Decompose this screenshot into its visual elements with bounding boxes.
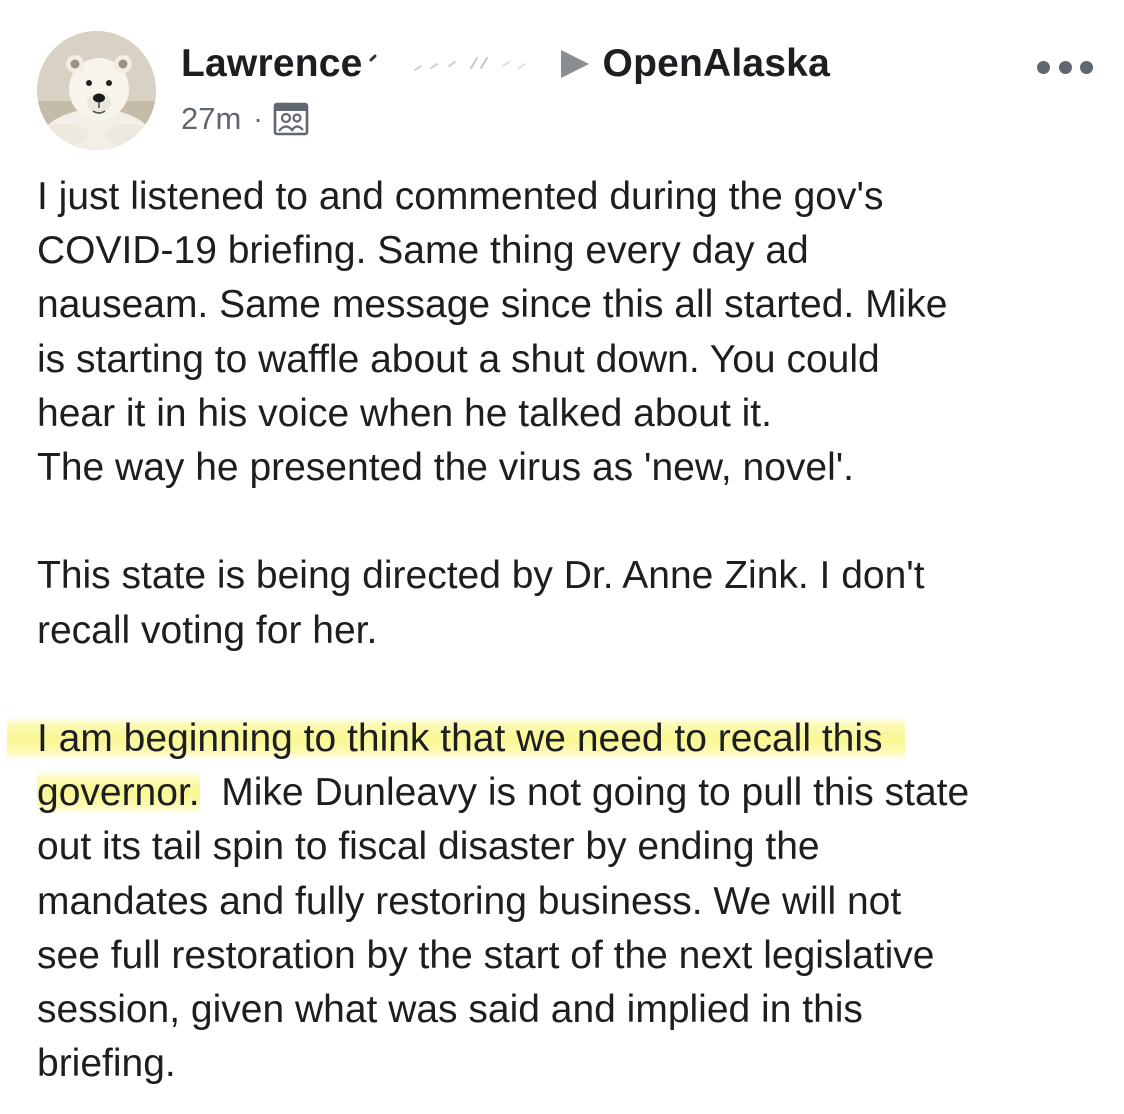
post-paragraph-1: I just listened to and commented during … xyxy=(37,170,1107,495)
facebook-post: Lawrence OpenAlaska 27m · I just listene… xyxy=(0,0,1124,1114)
body-line: COVID-19 briefing. Same thing every day … xyxy=(37,229,809,273)
highlighted-text: governor. xyxy=(37,771,200,815)
triangle-right-icon xyxy=(560,50,589,78)
post-paragraph-3: I am beginning to think that we need to … xyxy=(7,712,1107,1091)
more-options-button[interactable] xyxy=(1037,54,1093,80)
body-line: hear it in his voice when he talked abou… xyxy=(37,391,772,435)
redacted-surname xyxy=(369,46,551,82)
more-options-icon xyxy=(1037,60,1050,74)
post-body: I just listened to and commented during … xyxy=(7,170,1107,1091)
post-timestamp[interactable]: 27m xyxy=(181,101,241,137)
author-avatar[interactable] xyxy=(37,31,156,150)
post-meta: 27m · xyxy=(181,98,309,140)
author-name[interactable]: Lawrence xyxy=(181,42,363,86)
body-line: mandates and fully restoring business. W… xyxy=(37,879,902,923)
more-options-icon xyxy=(1058,60,1072,74)
group-name[interactable]: OpenAlaska xyxy=(603,42,830,86)
highlighted-text: I am beginning to think that we need to … xyxy=(7,717,905,760)
post-paragraph-2: This state is being directed by Dr. Anne… xyxy=(37,549,1107,657)
body-line: see full restoration by the start of the… xyxy=(37,933,935,977)
body-line: Mike Dunleavy is not going to pull this … xyxy=(199,771,970,815)
body-line: nauseam. Same message since this all sta… xyxy=(37,283,948,327)
body-line: This state is being directed by Dr. Anne… xyxy=(37,554,925,598)
body-line: recall voting for her. xyxy=(37,608,378,652)
body-line: The way he presented the virus as 'new, … xyxy=(37,446,855,490)
body-line: out its tail spin to fiscal disaster by … xyxy=(37,825,820,869)
group-members-icon[interactable] xyxy=(273,101,309,137)
post-header: Lawrence OpenAlaska xyxy=(181,40,830,88)
body-line: session, given what was said and implied… xyxy=(37,988,863,1032)
body-line: briefing. xyxy=(37,1042,176,1086)
body-line: I just listened to and commented during … xyxy=(37,175,884,218)
polar-bear-avatar-icon xyxy=(37,31,156,150)
meta-separator: · xyxy=(253,103,263,134)
more-options-icon xyxy=(1080,60,1093,74)
body-line: is starting to waffle about a shut down.… xyxy=(37,337,880,381)
